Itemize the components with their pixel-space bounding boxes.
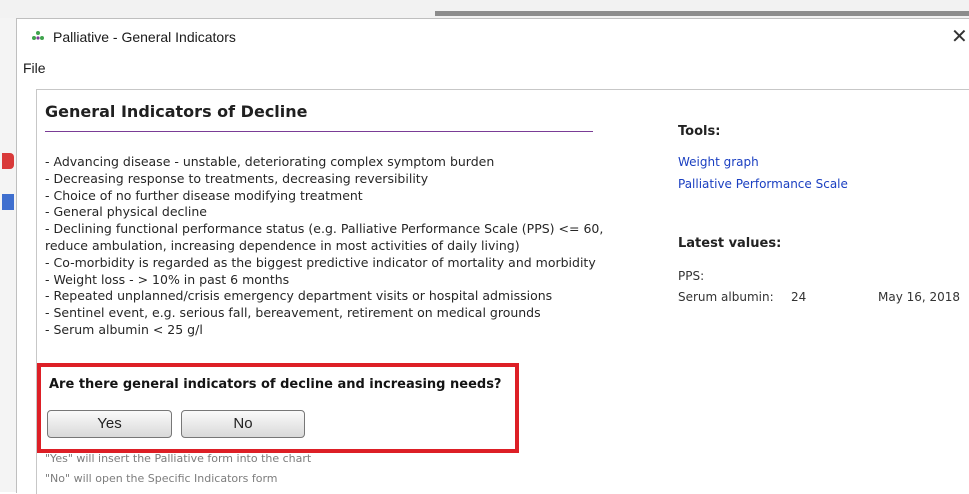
title-bar: Palliative - General Indicators ✕ xyxy=(17,19,969,55)
list-item: - General physical decline xyxy=(45,204,207,220)
list-item: - Choice of no further disease modifying… xyxy=(45,187,363,203)
indicator-list: - Advancing disease - unstable, deterior… xyxy=(45,154,603,339)
window-title: Palliative - General Indicators xyxy=(53,29,236,45)
albumin-date: May 16, 2018 xyxy=(878,290,961,304)
latest-values-heading: Latest values: xyxy=(678,236,782,251)
no-hint: "No" will open the Specific Indicators f… xyxy=(45,472,278,485)
list-item: reduce ambulation, increasing dependence… xyxy=(45,237,520,253)
weight-graph-link[interactable]: Weight graph xyxy=(678,155,759,169)
page-title: General Indicators of Decline xyxy=(45,102,308,121)
pps-label: PPS: xyxy=(678,269,705,283)
tools-heading: Tools: xyxy=(678,124,721,139)
list-item: - Decreasing response to treatments, dec… xyxy=(45,170,429,186)
app-icon xyxy=(32,31,44,40)
yes-hint: "Yes" will insert the Palliative form in… xyxy=(45,452,312,465)
list-item: - Co-morbidity is regarded as the bigges… xyxy=(45,254,596,270)
question-highlight-box: Are there general indicators of decline … xyxy=(37,363,519,453)
background-progress-bar xyxy=(435,11,969,16)
background-fragment xyxy=(2,153,14,169)
list-item: - Serum albumin < 25 g/l xyxy=(45,321,203,337)
no-button[interactable]: No xyxy=(181,410,305,438)
pps-link[interactable]: Palliative Performance Scale xyxy=(678,177,848,191)
list-item: - Advancing disease - unstable, deterior… xyxy=(45,154,495,169)
list-item: - Declining functional performance statu… xyxy=(45,221,604,237)
menu-bar: File xyxy=(17,57,969,79)
background-fragment xyxy=(2,194,14,210)
albumin-value: 24 xyxy=(791,290,807,304)
menu-file[interactable]: File xyxy=(23,60,46,76)
decline-question: Are there general indicators of decline … xyxy=(49,377,502,392)
list-item: - Weight loss - > 10% in past 6 months xyxy=(45,271,290,287)
yes-button[interactable]: Yes xyxy=(47,410,172,438)
background-window-strip xyxy=(0,0,969,18)
heading-divider xyxy=(45,131,593,132)
list-item: - Sentinel event, e.g. serious fall, ber… xyxy=(45,305,541,321)
background-window-edge xyxy=(0,18,16,492)
dialog-window: Palliative - General Indicators ✕ File G… xyxy=(16,18,969,494)
indicators-panel: General Indicators of Decline - Advancin… xyxy=(36,89,969,494)
list-item: - Repeated unplanned/crisis emergency de… xyxy=(45,288,553,304)
albumin-label: Serum albumin: xyxy=(678,290,774,304)
close-icon[interactable]: ✕ xyxy=(951,25,968,47)
